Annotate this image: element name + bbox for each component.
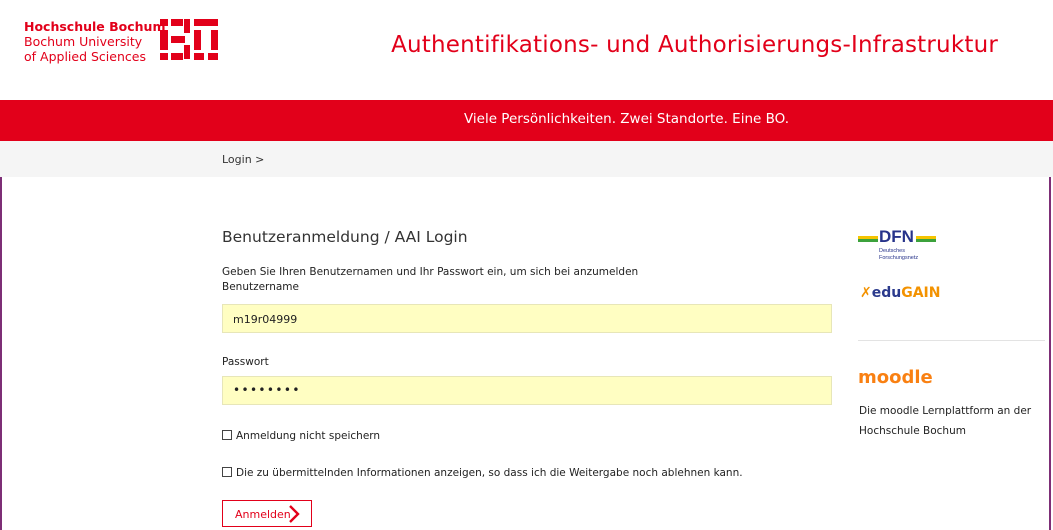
login-heading: Benutzeranmeldung / AAI Login xyxy=(222,228,468,246)
dfn-logo[interactable]: DFN Deutsches Forschungsnetz xyxy=(858,225,953,265)
breadcrumb[interactable]: Login > xyxy=(222,153,264,166)
show-info-row[interactable]: Die zu übermittelnden Informationen anze… xyxy=(222,467,743,479)
bo-logo[interactable] xyxy=(160,18,220,63)
slogan-banner: Viele Persönlichkeiten. Zwei Standorte. … xyxy=(0,100,1053,141)
password-field[interactable]: •••••••• xyxy=(222,376,832,405)
sidebar-divider xyxy=(858,340,1045,341)
password-label: Passwort xyxy=(222,356,269,368)
password-value: •••••••• xyxy=(233,383,301,397)
university-name-line1: Hochschule Bochum xyxy=(24,19,166,34)
banner-slogan: Viele Persönlichkeiten. Zwei Standorte. … xyxy=(463,111,790,127)
edugain-edu-text: edu xyxy=(871,285,902,301)
dfn-subtitle-line1: Deutsches xyxy=(879,248,905,254)
moodle-logo[interactable]: moodle xyxy=(858,367,933,388)
moodle-logo-text: moodle xyxy=(858,367,933,388)
university-name-line2: Bochum University xyxy=(24,34,143,49)
university-name[interactable]: Hochschule Bochum Bochum University of A… xyxy=(24,19,165,64)
breadcrumb-bar: Login > xyxy=(0,141,1053,177)
show-info-label: Die zu übermittelnden Informationen anze… xyxy=(236,467,743,479)
moodle-description: Die moodle Lernplattform an der Hochschu… xyxy=(859,405,1032,437)
show-info-checkbox[interactable] xyxy=(222,467,232,477)
edugain-star-icon: ✗ xyxy=(860,285,872,301)
university-name-line3: of Applied Sciences xyxy=(24,49,146,64)
username-field[interactable]: m19r04999 xyxy=(222,304,832,333)
dont-save-login-label: Anmeldung nicht speichern xyxy=(236,430,381,442)
site-header: Hochschule Bochum Bochum University of A… xyxy=(0,0,1053,100)
dfn-logo-text: DFN xyxy=(879,227,914,246)
chevron-right-icon xyxy=(289,505,300,523)
dont-save-login-row[interactable]: Anmeldung nicht speichern xyxy=(222,430,380,442)
dont-save-login-checkbox[interactable] xyxy=(222,430,232,440)
username-label: Benutzername xyxy=(222,281,299,293)
username-value: m19r04999 xyxy=(233,313,298,326)
login-intro-text: Geben Sie Ihren Benutzernamen und Ihr Pa… xyxy=(222,266,639,278)
edugain-gain-text: GAIN xyxy=(901,285,941,301)
login-submit-button[interactable]: Anmelden xyxy=(222,500,312,527)
edugain-logo[interactable]: ✗eduGAIN xyxy=(860,285,940,301)
site-title: Authentifikations- und Authorisierungs-I… xyxy=(391,32,998,58)
dfn-subtitle-line2: Forschungsnetz xyxy=(879,255,918,261)
login-submit-label: Anmelden xyxy=(235,508,291,521)
